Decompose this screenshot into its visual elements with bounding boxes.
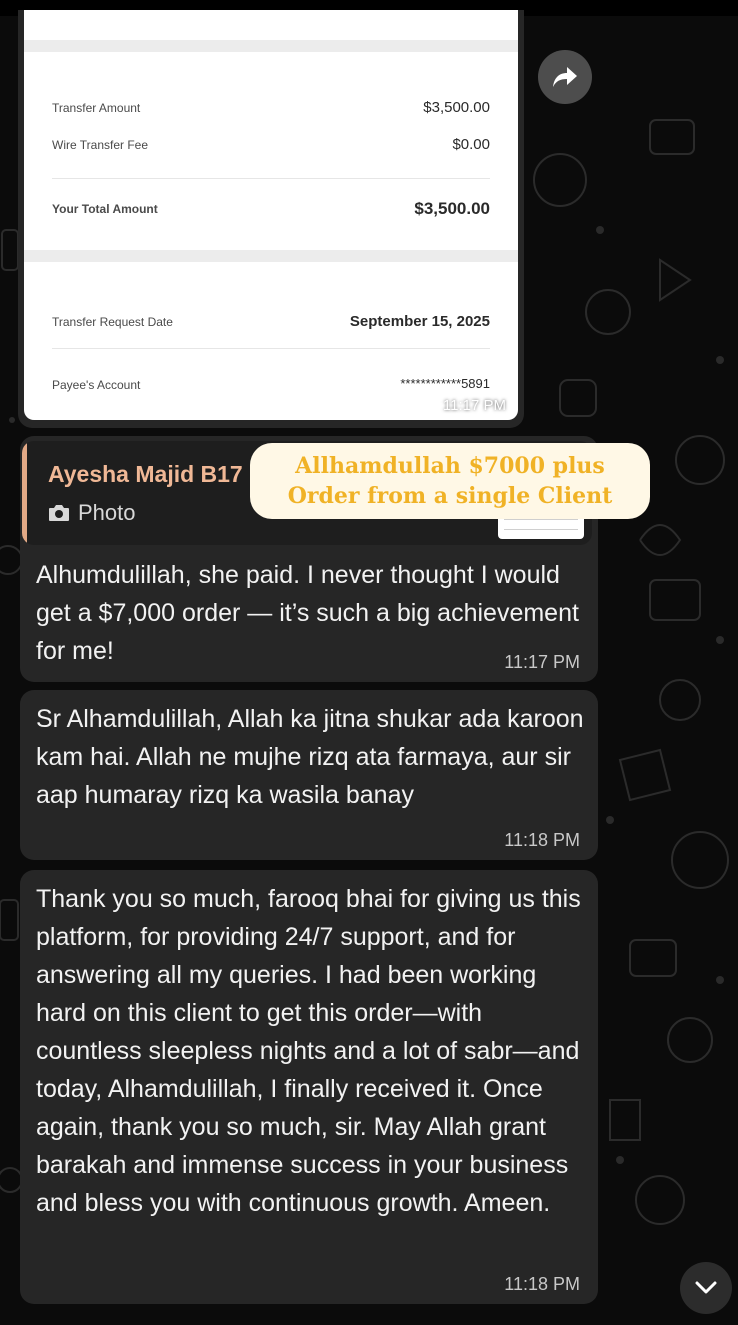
message-timestamp: 11:18 PM	[504, 830, 580, 850]
message-timestamp: 11:18 PM	[504, 1274, 580, 1294]
scroll-to-bottom-button[interactable]	[680, 1262, 732, 1314]
transfer-date-value: September 15, 2025	[349, 313, 490, 330]
total-amount-value: $3,500.00	[414, 199, 490, 218]
caption-line-1: Allhamdullah $7000 plus	[295, 453, 605, 479]
image-message-bubble[interactable]: Transfer Amount $3,500.00 Wire Transfer …	[18, 10, 524, 428]
image-timestamp: 11:17 PM	[442, 397, 506, 414]
forward-button[interactable]	[538, 50, 592, 104]
message-text: Sr Alhamdulillah, Allah ka jitna shukar …	[36, 705, 584, 809]
message-timestamp: 11:17 PM	[504, 652, 580, 672]
caption-line-2: Order from a single Client	[287, 483, 613, 509]
camera-icon	[49, 505, 69, 521]
message-bubble[interactable]: Sr Alhamdulillah, Allah ka jitna shukar …	[20, 690, 598, 860]
payee-account-label: Payee's Account	[52, 378, 141, 392]
receipt-line	[52, 178, 490, 179]
message-bubble[interactable]: Thank you so much, farooq bhai for givin…	[20, 870, 598, 1304]
receipt-divider	[24, 250, 518, 262]
chevron-down-icon	[695, 1281, 717, 1294]
fee-label: Wire Transfer Fee	[52, 138, 149, 152]
overlay-caption: Allhamdullah $7000 plus Order from a sin…	[250, 443, 650, 519]
quote-accent-bar	[22, 441, 27, 545]
quoted-media-type: Photo	[48, 500, 136, 526]
message-text: Thank you so much, farooq bhai for givin…	[36, 885, 581, 1217]
total-amount-label: Your Total Amount	[52, 202, 158, 216]
receipt-line	[52, 348, 490, 349]
transfer-amount-label: Transfer Amount	[52, 101, 141, 115]
quoted-sender-name: Ayesha Majid B17	[48, 461, 243, 487]
quoted-media-label: Photo	[78, 500, 136, 525]
message-text: Alhumdulillah, she paid. I never thought…	[36, 561, 579, 665]
transfer-date-label: Transfer Request Date	[52, 315, 173, 329]
payee-account-value: ************5891	[400, 376, 490, 391]
receipt-divider	[24, 40, 518, 52]
receipt-image: Transfer Amount $3,500.00 Wire Transfer …	[24, 10, 518, 420]
transfer-amount-value: $3,500.00	[423, 99, 490, 116]
forward-arrow-icon	[553, 67, 577, 87]
fee-value: $0.00	[452, 136, 490, 153]
